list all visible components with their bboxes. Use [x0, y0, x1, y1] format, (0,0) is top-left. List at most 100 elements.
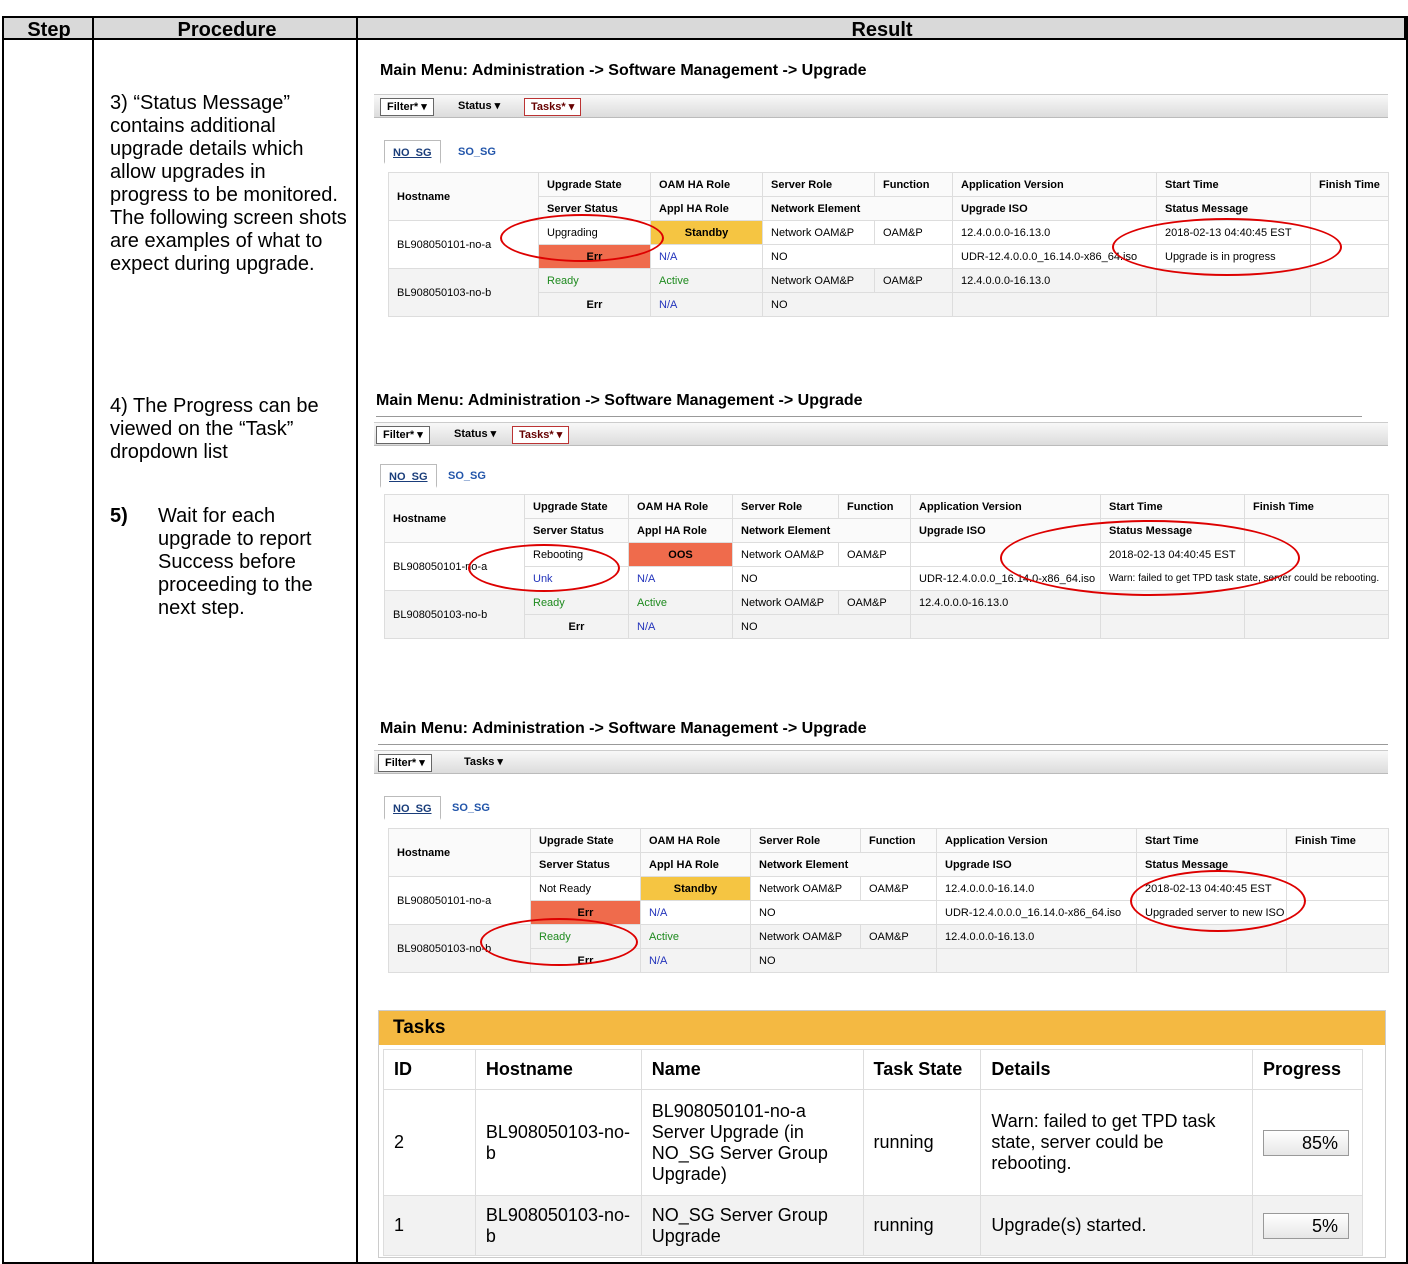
- hostname-cell: BL908050101-no-a: [388, 876, 531, 925]
- title-rule: [378, 744, 1388, 745]
- function-cell: OAM&P: [860, 924, 937, 949]
- task-state: running: [862, 1089, 982, 1196]
- tab-no-sg[interactable]: NO_SG: [384, 796, 441, 820]
- col-empty: [1286, 852, 1389, 877]
- tab-so-sg[interactable]: SO_SG: [444, 796, 498, 820]
- filter-button[interactable]: Filter* ▾: [380, 98, 434, 116]
- table-row[interactable]: Err N/A NO: [389, 292, 1389, 317]
- tasks-panel: Tasks ID Hostname Name Task State Detail…: [378, 1010, 1386, 1258]
- procedure-step-4: 4) The Progress can be viewed on the “Ta…: [110, 395, 319, 463]
- server-role-cell: Network OAM&P: [762, 220, 875, 245]
- highlight-ellipse: [1000, 520, 1300, 596]
- tasks-button[interactable]: Tasks ▾: [458, 754, 509, 772]
- filter-button[interactable]: Filter* ▾: [378, 754, 432, 772]
- finish-time-cell: [1244, 590, 1389, 615]
- hostname-cell: BL908050103-no-b: [388, 268, 539, 317]
- task-hostname: BL908050103-no-b: [474, 1195, 642, 1256]
- task-name: NO_SG Server Group Upgrade: [640, 1195, 864, 1256]
- tasks-button[interactable]: Tasks* ▾: [512, 426, 570, 444]
- procedure-step-5: Wait for each upgrade to report Success …: [158, 505, 313, 619]
- tasks-label: Tasks*: [519, 429, 554, 441]
- col-server-role: Server Role: [732, 494, 839, 519]
- upgrade-iso-cell: [936, 948, 1137, 973]
- col-oam-ha-role: OAM HA Role: [628, 494, 733, 519]
- header-step: Step: [27, 19, 71, 41]
- task-name: BL908050101-no-a Server Upgrade (in NO_S…: [640, 1089, 864, 1196]
- hostname-cell: BL908050103-no-b: [384, 590, 525, 639]
- procedure-step-5-num: 5): [110, 505, 128, 527]
- col-upgrade-iso: Upgrade ISO: [936, 852, 1137, 877]
- upgrade-state-cell: Ready: [538, 268, 651, 293]
- col-id: ID: [383, 1049, 476, 1090]
- highlight-ellipse: [468, 544, 620, 592]
- header-result: Result: [851, 19, 913, 41]
- page-title: Main Menu: Administration -> Software Ma…: [380, 62, 867, 79]
- tasks-label: Tasks*: [531, 101, 566, 113]
- network-element-cell: NO: [732, 566, 911, 591]
- app-version-cell: 12.4.0.0.0-16.14.0: [936, 876, 1137, 901]
- col-network-element: Network Element: [732, 518, 911, 543]
- status-message-cell: [1156, 292, 1311, 317]
- task-progress-cell: 5%: [1251, 1195, 1364, 1256]
- table-row[interactable]: 1 BL908050103-no-b NO_SG Server Group Up…: [383, 1195, 1364, 1256]
- appl-ha-role-cell: N/A: [628, 614, 733, 639]
- upgrade-state-cell: Ready: [524, 590, 629, 615]
- app-version-cell: 12.4.0.0.0-16.13.0: [952, 268, 1157, 293]
- screenshot-3: Main Menu: Administration -> Software Ma…: [372, 716, 1389, 986]
- table-row[interactable]: Err N/A NO: [385, 614, 1389, 639]
- empty-cell: [1310, 292, 1389, 317]
- tab-bar: NO_SG SO_SG: [384, 134, 1388, 164]
- col-hostname: Hostname: [388, 828, 531, 877]
- tab-no-sg[interactable]: NO_SG: [384, 140, 441, 164]
- col-task-state: Task State: [862, 1049, 982, 1090]
- tasks-button[interactable]: Tasks* ▾: [524, 98, 582, 116]
- function-cell: OAM&P: [874, 220, 953, 245]
- col-server-role: Server Role: [762, 172, 875, 197]
- col-network-element: Network Element: [762, 196, 953, 221]
- highlight-ellipse: [480, 918, 638, 966]
- col-appl-ha-role: Appl HA Role: [628, 518, 733, 543]
- server-role-cell: Network OAM&P: [750, 924, 861, 949]
- highlight-ellipse: [1112, 218, 1342, 276]
- tab-so-sg[interactable]: SO_SG: [450, 140, 504, 164]
- screenshot-1: Main Menu: Administration -> Software Ma…: [372, 60, 1389, 340]
- col-empty: [1310, 196, 1389, 221]
- tab-bar: NO_SG SO_SG: [384, 790, 1388, 820]
- filter-label: Filter*: [387, 101, 419, 113]
- col-details: Details: [980, 1049, 1253, 1090]
- col-hostname: Hostname: [384, 494, 525, 543]
- status-button[interactable]: Status ▾: [452, 98, 506, 116]
- oam-ha-role-cell: Active: [628, 590, 733, 615]
- oam-ha-role-cell: Active: [650, 268, 763, 293]
- status-label: Status: [458, 100, 492, 112]
- progress-bar: 5%: [1262, 1212, 1349, 1239]
- server-role-cell: Network OAM&P: [762, 268, 875, 293]
- col-appl-ha-role: Appl HA Role: [650, 196, 763, 221]
- table-row[interactable]: BL908050103-no-b Ready Active Network OA…: [384, 590, 1389, 639]
- progress-bar: 85%: [1262, 1129, 1349, 1156]
- toolbar: Filter* ▾ Status ▾ Tasks* ▾: [374, 94, 1388, 118]
- procedure-step-3: 3) “Status Message” contains additional …: [110, 92, 347, 275]
- function-cell: OAM&P: [860, 876, 937, 901]
- upgrade-iso-cell: [910, 614, 1101, 639]
- table-row[interactable]: 2 BL908050103-no-b BL908050101-no-a Serv…: [383, 1089, 1364, 1196]
- task-id: 2: [383, 1089, 476, 1196]
- filter-button[interactable]: Filter* ▾: [376, 426, 430, 444]
- tab-so-sg[interactable]: SO_SG: [440, 464, 494, 488]
- tab-no-sg[interactable]: NO_SG: [380, 464, 437, 488]
- col-status-message: Status Message: [1156, 196, 1311, 221]
- oam-ha-role-cell: OOS: [628, 542, 733, 567]
- empty-cell: [1244, 614, 1389, 639]
- upgrade-iso-cell: UDR-12.4.0.0.0_16.14.0-x86_64.iso: [936, 900, 1137, 925]
- server-status-cell: Err: [524, 614, 629, 639]
- network-element-cell: NO: [750, 900, 937, 925]
- highlight-ellipse: [500, 214, 664, 262]
- task-id: 1: [383, 1195, 476, 1256]
- finish-time-cell: [1310, 268, 1389, 293]
- divider-procedure: [356, 16, 358, 1264]
- col-server-role: Server Role: [750, 828, 861, 853]
- col-oam-ha-role: OAM HA Role: [650, 172, 763, 197]
- filter-label: Filter*: [383, 429, 415, 441]
- col-app-version: Application Version: [952, 172, 1157, 197]
- status-button[interactable]: Status ▾: [448, 426, 502, 444]
